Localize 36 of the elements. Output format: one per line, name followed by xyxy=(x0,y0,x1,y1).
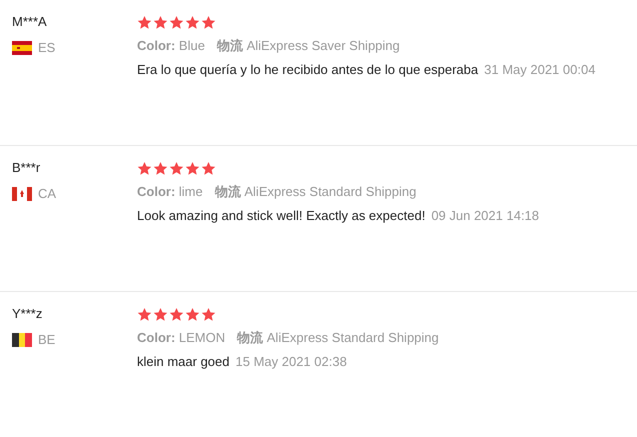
star-icon xyxy=(201,160,216,176)
review-text: Look amazing and stick well! Exactly as expected! xyxy=(137,207,426,225)
star-icon xyxy=(169,14,184,30)
star-icon xyxy=(153,306,168,322)
shipping-method: 物流 AliExpress Saver Shipping xyxy=(216,37,400,55)
flag-icon xyxy=(12,333,32,347)
star-icon xyxy=(201,306,216,322)
review-date: 31 May 2021 00:04 xyxy=(484,61,596,79)
reviewer-name: Y***z xyxy=(12,305,44,323)
star-icon xyxy=(185,306,200,322)
review-text: klein maar goed xyxy=(137,353,230,371)
country-code: BE xyxy=(38,331,56,349)
reviewer-name: B***r xyxy=(12,159,42,177)
flag-icon xyxy=(12,41,32,55)
star-icon xyxy=(185,14,200,30)
flag-icon xyxy=(12,187,32,201)
star-icon xyxy=(137,14,152,30)
star-icon xyxy=(201,14,216,30)
review-date: 09 Jun 2021 14:18 xyxy=(431,207,540,225)
country-code: ES xyxy=(38,39,56,57)
product-color: Color: lime xyxy=(137,183,203,201)
star-icon xyxy=(185,160,200,176)
star-icon xyxy=(153,160,168,176)
review-date: 15 May 2021 02:38 xyxy=(236,353,347,371)
star-icon xyxy=(137,160,152,176)
star-icon xyxy=(169,160,184,176)
reviewer-name: M***A xyxy=(12,13,48,31)
star-icon xyxy=(137,306,152,322)
country-code: CA xyxy=(38,185,56,203)
star-icon xyxy=(169,306,184,322)
shipping-method: 物流 AliExpress Standard Shipping xyxy=(214,183,416,201)
review-text: Era lo que quería y lo he recibido antes de lo que esperaba xyxy=(137,61,478,79)
star-icon xyxy=(153,14,168,30)
product-color: Color: LEMON xyxy=(137,329,226,347)
shipping-method: 物流 AliExpress Standard Shipping xyxy=(237,329,439,347)
product-color: Color: Blue xyxy=(137,37,205,55)
